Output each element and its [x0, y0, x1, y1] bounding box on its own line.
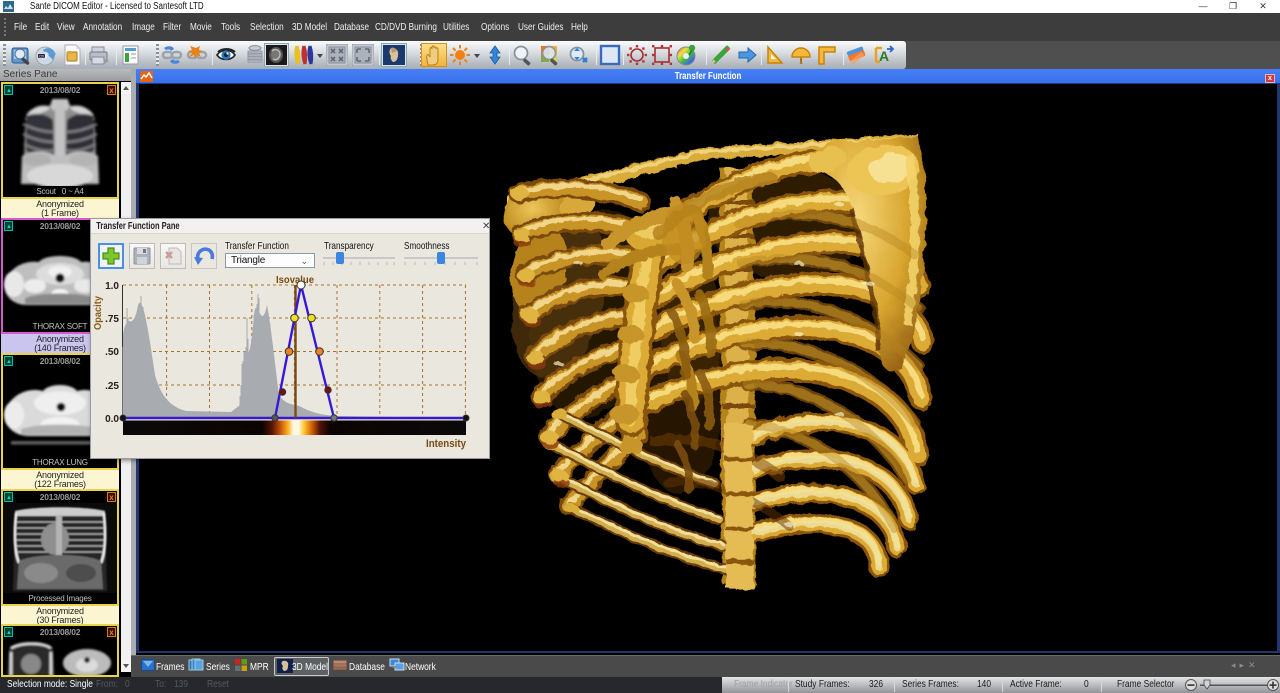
svg-text:Isovalue: Isovalue — [276, 275, 314, 286]
svg-text:A: A — [879, 48, 889, 64]
svg-text:1: 1 — [799, 60, 803, 66]
svg-text:.25: .25 — [105, 381, 119, 392]
svg-text:1.0: 1.0 — [105, 281, 119, 292]
svg-text:.50: .50 — [105, 347, 119, 358]
svg-text:.75: .75 — [105, 314, 119, 325]
svg-text:0.0: 0.0 — [105, 414, 119, 425]
svg-text:Opacity: Opacity — [93, 296, 104, 330]
svg-text:Intensity: Intensity — [426, 438, 467, 450]
svg-text:CD: CD — [39, 54, 45, 58]
